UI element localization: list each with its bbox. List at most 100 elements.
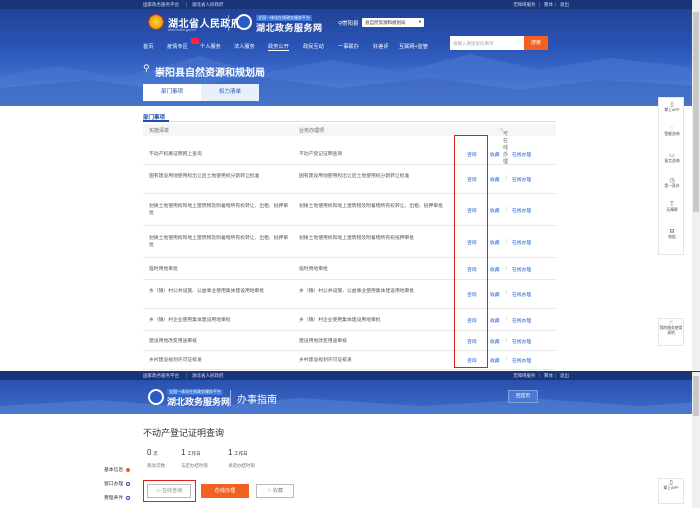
anchor-basic-info[interactable]: 基本信息 <box>104 466 131 473</box>
table-row: 不动产权属证明网上查询 不动产登记证明查询 咨询 收藏 | 在线办理 <box>143 143 556 165</box>
table-row: 划拨土地使用权和地上建筑物及附着物所有权转让、出租、抵押审批 划拨土地使用权和地上… <box>143 226 556 258</box>
nav-gov-affairs[interactable]: 政务公开 <box>268 43 289 51</box>
national-emblem-icon <box>148 14 164 30</box>
business-name: 不动产登记证明查询 <box>299 151 343 157</box>
online-apply-link[interactable]: 在线办理 <box>512 151 531 158</box>
tab-power-list[interactable]: 权力清单 <box>201 84 259 101</box>
top-strip-traditional[interactable]: 繁体 <box>544 2 553 8</box>
nav-rating[interactable]: 好差评 <box>373 43 389 50</box>
search-button[interactable]: 搜索 <box>524 36 548 50</box>
department-select[interactable]: 县自然资源和规划局 ▾ <box>362 18 424 27</box>
online-apply-link[interactable]: 在线办理 <box>512 338 531 345</box>
sidebar-accessibility[interactable]: T 无障碍 <box>659 202 685 213</box>
scrollbar-top[interactable] <box>692 0 700 370</box>
online-apply-link[interactable]: 在线办理 <box>512 357 531 364</box>
phone-icon: ▯ <box>670 102 674 108</box>
top-strip-province[interactable]: 湖北省人民政府 <box>192 2 224 8</box>
scrollbar-bottom[interactable] <box>692 372 700 508</box>
favorite-link[interactable]: 收藏 <box>490 291 500 298</box>
item-name[interactable]: 建设用地改变用途审核 <box>149 338 289 345</box>
section-active-underline <box>143 120 169 122</box>
item-name[interactable]: 不动产权属证明网上查询 <box>149 151 289 158</box>
nav-home[interactable]: 首页 <box>143 43 153 50</box>
item-name[interactable]: 乡村建设规划许可证核发 <box>149 357 289 364</box>
highlight-consult-button <box>143 480 196 502</box>
hubei-gov-service-name[interactable]: 湖北政务服务网 <box>256 21 323 34</box>
sidebar-message[interactable]: ▭ 留言咨询 <box>659 152 685 164</box>
top-strip-national[interactable]: 国家政务服务平台 <box>143 2 179 8</box>
back-home-button[interactable]: 回首页 <box>508 390 538 403</box>
guide-divider <box>230 390 231 406</box>
table-row: 乡村建设规划许可证核发 乡村建设规划许可证核发 咨询 收藏 | 在线办理 <box>143 351 556 370</box>
online-apply-button[interactable]: 在线办理 <box>201 484 249 498</box>
guide-strip-national[interactable]: 国家政务服务平台 <box>143 373 179 379</box>
guide-strip-accessibility[interactable]: 无障碍服务 <box>513 373 536 379</box>
sidebar-app[interactable]: ▯ 掌上APP <box>659 101 685 113</box>
guide-site-name[interactable]: 湖北政务服务网 <box>167 395 230 408</box>
nav-personal[interactable]: 个人服务 <box>200 43 221 50</box>
favorite-link[interactable]: 收藏 <box>490 357 500 364</box>
stat-promised-time: 1 工作日 承诺办结时限 <box>228 448 255 468</box>
top-strip-logout[interactable]: 退出 <box>560 2 569 8</box>
item-name[interactable]: 划拨土地使用权和地上建筑物及附着物所有权转让、出租、抵押审批 <box>149 203 289 217</box>
nav-supervision[interactable]: 互联网+监管 <box>399 43 428 50</box>
service-guide-badge[interactable]: ☝ 我的服务使用说明 <box>658 318 684 346</box>
guide-strip-logout[interactable]: 退出 <box>560 373 569 379</box>
online-apply-link[interactable]: 在线办理 <box>512 266 531 273</box>
online-apply-link[interactable]: 在线办理 <box>512 317 531 324</box>
anchor-window[interactable]: 窗口办理 <box>104 480 131 487</box>
guide-logo-icon <box>148 389 164 405</box>
anchor-conditions[interactable]: 受理条件 <box>104 494 131 501</box>
search-input[interactable]: 请输入要搜索的事项 <box>450 36 524 50</box>
item-name[interactable]: 乡（镇）村企业使用集体建设用地审批 <box>149 317 289 324</box>
top-strip-accessibility[interactable]: 无障碍服务 <box>513 2 536 8</box>
guide-strip-province[interactable]: 湖北省人民政府 <box>192 373 224 379</box>
business-name: 临时用地审批 <box>299 266 328 272</box>
online-apply-link[interactable]: 在线办理 <box>512 291 531 298</box>
online-apply-link[interactable]: 在线办理 <box>512 176 531 183</box>
item-name[interactable]: 临时用地审批 <box>149 266 289 273</box>
right-floating-toolbar: ▯ 掌上APP ◌ 智能咨询 ▭ 留言咨询 ◷ 我一直办 T 无障碍 ⊟ 收起 <box>658 97 684 255</box>
scrollbar-thumb[interactable] <box>693 376 699 416</box>
online-apply-link[interactable]: 在线办理 <box>512 239 531 246</box>
nav-epidemic[interactable]: 疫情专区 <box>167 43 188 50</box>
new-badge-icon <box>191 38 199 44</box>
guide-strip-traditional[interactable]: 繁体 <box>544 373 553 379</box>
item-title: 不动产登记证明查询 <box>143 428 225 438</box>
online-only-checkbox[interactable]: ○ 可在线办理 <box>500 127 508 165</box>
favorite-link[interactable]: 收藏 <box>490 207 500 214</box>
guide-top-strip: 国家政务服务平台 | 湖北省人民政府 无障碍服务 | 繁体 | 退出 <box>0 371 700 380</box>
online-apply-link[interactable]: 在线办理 <box>512 207 531 214</box>
business-name: 划拨土地使用权和地上建筑物及附着物所有权转让、出租、抵押审批 <box>299 204 443 209</box>
favorite-link[interactable]: 收藏 <box>490 176 500 183</box>
message-icon: ▭ <box>669 153 675 159</box>
sidebar-smart-consult[interactable]: ◌ 智能咨询 <box>659 126 685 137</box>
sidebar-keep-doing[interactable]: ◷ 我一直办 <box>659 177 685 189</box>
item-name[interactable]: 国有建设用地使用权出让后土地使用权分割转让批准 <box>149 173 289 180</box>
top-strip: 国家政务服务平台 | 湖北省人民政府 无障碍服务 | 繁体 | 退出 <box>0 0 700 9</box>
location-selector[interactable]: ⚲崇阳县 <box>338 19 359 27</box>
favorite-link[interactable]: 收藏 <box>490 266 500 273</box>
nav-interaction[interactable]: 政民互动 <box>303 43 324 50</box>
sidebar-collapse[interactable]: ⊟ 收起 <box>659 228 685 240</box>
guide-right-toolbar-app[interactable]: ▯ 掌上APP <box>658 478 684 504</box>
item-name[interactable]: 划拨土地使用权和地上建筑物及附着物所有权转让、出租、抵押审批 <box>149 235 289 249</box>
favorite-link[interactable]: 收藏 <box>490 239 500 246</box>
table-header: 实施清单 业务办理项 ○ 可在线办理 <box>143 124 556 165</box>
stat-visits: 0 次 跑动次数 <box>147 448 165 468</box>
favorite-link[interactable]: 收藏 <box>490 151 500 158</box>
guide-title: 办事指南 <box>237 395 277 406</box>
tab-department-items[interactable]: 部门事项 <box>143 84 201 101</box>
business-name: 国有建设用地使用权出让后土地使用权分割转让批准 <box>299 173 410 179</box>
item-name[interactable]: 乡（镇）村公共设施、公益事业使用集体建设用地审批 <box>149 288 289 295</box>
guide-mountain-backdrop <box>0 398 700 414</box>
phone-icon: ▯ <box>669 480 673 486</box>
favorite-link[interactable]: 收藏 <box>490 317 500 324</box>
nav-one-thing[interactable]: 一事联办 <box>338 43 359 50</box>
col-header-business: 业务办理项 <box>299 128 325 134</box>
link-separator: | <box>506 357 508 362</box>
favorite-link[interactable]: 收藏 <box>490 338 500 345</box>
nav-corporate[interactable]: 法人服务 <box>234 43 255 50</box>
scrollbar-thumb[interactable] <box>693 12 699 212</box>
favorite-button[interactable]: ☆ 收藏 <box>256 484 294 498</box>
